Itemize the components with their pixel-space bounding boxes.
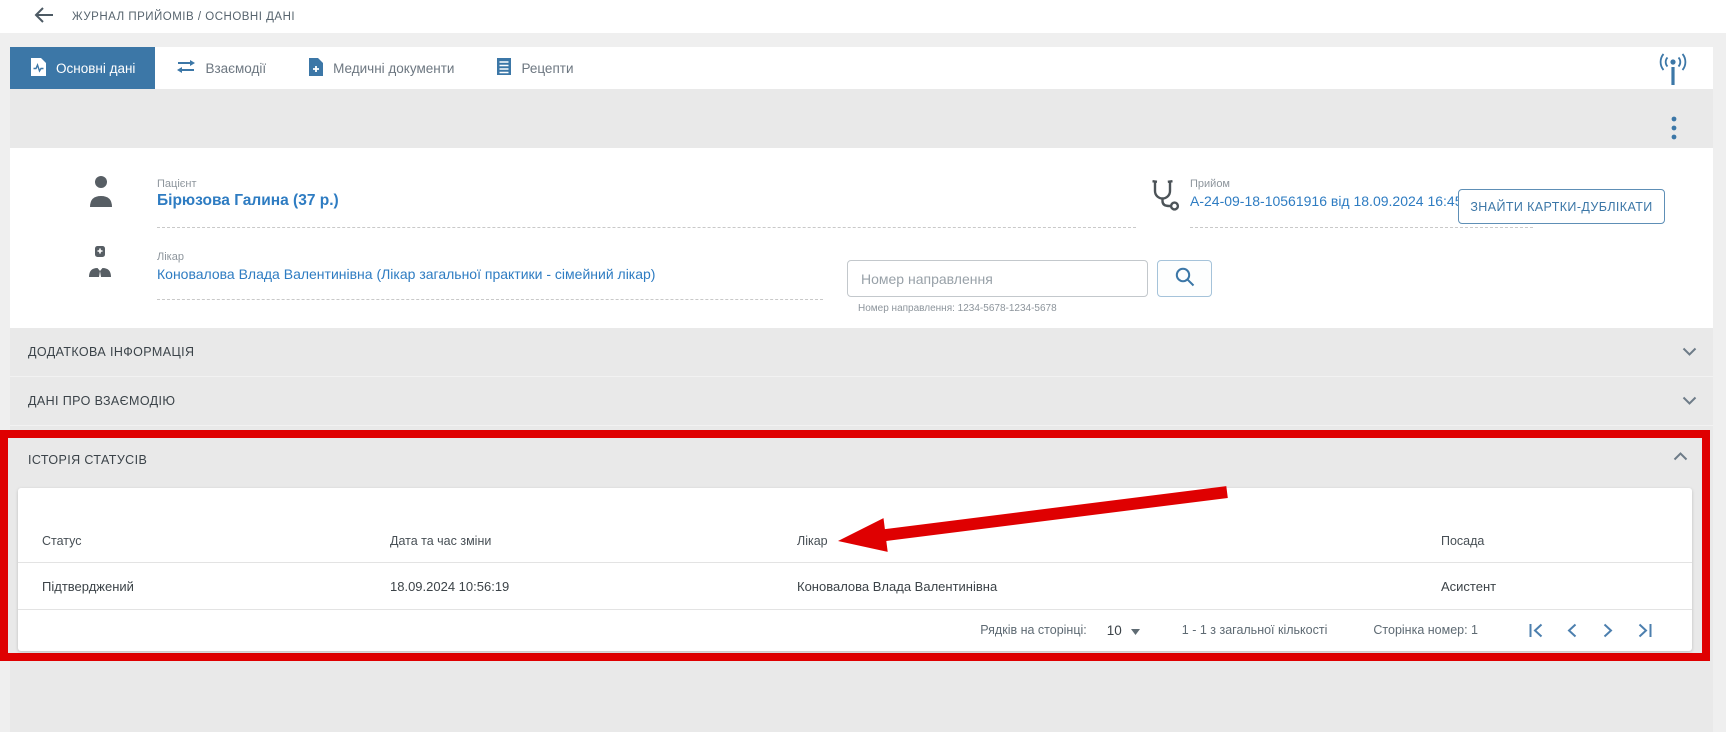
appointment-label: Прийом: [1190, 178, 1230, 190]
first-page-icon: [1528, 623, 1545, 638]
status-history-table: Статус Дата та час зміни Лікар Посада Пі…: [18, 488, 1692, 651]
dashed-divider: [157, 227, 1136, 228]
breadcrumb[interactable]: ЖУРНАЛ ПРИЙОМІВ / ОСНОВНІ ДАНІ: [72, 11, 295, 23]
first-page-button[interactable]: [1524, 619, 1548, 641]
tab-recipes[interactable]: Рецепти: [475, 47, 594, 89]
cell-status: Підтверджений: [42, 579, 390, 594]
column-header-doctor: Лікар: [797, 534, 1441, 548]
tab-label: Взаємодії: [205, 61, 266, 76]
chevron-right-icon: [1602, 623, 1614, 638]
rows-per-page-value: 10: [1107, 623, 1122, 638]
top-bar: ЖУРНАЛ ПРИЙОМІВ / ОСНОВНІ ДАНІ: [0, 0, 1726, 33]
cell-datetime: 18.09.2024 10:56:19: [390, 579, 797, 594]
referral-number-input[interactable]: [847, 260, 1148, 297]
previous-page-button[interactable]: [1560, 619, 1584, 641]
referral-hint: Номер направлення: 1234-5678-1234-5678: [858, 303, 1057, 314]
section-title: ДАНІ ПРО ВЗАЄМОДІЮ: [28, 394, 175, 408]
section-additional-info[interactable]: ДОДАТКОВА ІНФОРМАЦІЯ: [10, 328, 1713, 377]
search-icon: [1174, 266, 1196, 291]
broadcast-antenna-icon[interactable]: [1653, 49, 1693, 89]
section-title: ДОДАТКОВА ІНФОРМАЦІЯ: [28, 345, 194, 359]
pagination-range: 1 - 1 з загальної кількості: [1182, 623, 1328, 637]
stethoscope-icon: [1148, 178, 1180, 216]
patient-name-link[interactable]: Бірюзова Галина (37 р.): [157, 192, 339, 210]
cell-position: Асистент: [1441, 579, 1668, 594]
dashed-divider: [157, 299, 823, 300]
tab-interactions[interactable]: Взаємодії: [155, 47, 287, 89]
column-header-position: Посада: [1441, 534, 1668, 548]
find-duplicates-button[interactable]: ЗНАЙТИ КАРТКИ-ДУБЛІКАТИ: [1458, 189, 1665, 224]
column-header-status: Статус: [42, 534, 390, 548]
swap-arrows-icon: [176, 59, 196, 77]
doctor-label: Лікар: [157, 251, 184, 263]
table-pagination: Рядків на сторінці: 10 1 - 1 з загальної…: [18, 610, 1692, 650]
kebab-menu-button[interactable]: [1663, 110, 1685, 150]
doctor-icon: [88, 246, 112, 283]
tab-label: Медичні документи: [333, 61, 454, 76]
file-plus-icon: [308, 57, 324, 80]
tab-bar: Основні дані Взаємодії Медичні документи…: [10, 47, 1713, 89]
annotation-red-box: ІСТОРІЯ СТАТУСІВ Статус Дата та час змін…: [0, 430, 1710, 661]
section-status-history[interactable]: ІСТОРІЯ СТАТУСІВ: [8, 438, 1702, 482]
tab-medical-documents[interactable]: Медичні документи: [287, 47, 475, 89]
table-row[interactable]: Підтверджений 18.09.2024 10:56:19 Конова…: [18, 563, 1692, 610]
tab-label: Рецепти: [521, 61, 573, 76]
section-title: ІСТОРІЯ СТАТУСІВ: [28, 453, 147, 467]
chevron-up-icon: [1673, 448, 1688, 466]
chevron-down-icon: [1682, 343, 1697, 361]
arrow-left-icon: [34, 7, 54, 26]
last-page-icon: [1636, 623, 1653, 638]
pagination-page-number: Сторінка номер: 1: [1373, 623, 1478, 637]
last-page-button[interactable]: [1632, 619, 1656, 641]
caret-down-icon: [1131, 623, 1140, 638]
cell-doctor: Коновалова Влада Валентинівна: [797, 579, 1441, 594]
patient-label: Пацієнт: [157, 178, 197, 190]
dashed-divider: [1190, 227, 1533, 228]
tab-label: Основні дані: [56, 61, 135, 76]
tab-main-data[interactable]: Основні дані: [10, 47, 155, 89]
table-header-row: Статус Дата та час зміни Лікар Посада: [18, 488, 1692, 563]
chevron-left-icon: [1566, 623, 1578, 638]
rows-per-page-label: Рядків на сторінці:: [980, 623, 1087, 637]
receipt-lines-icon: [496, 57, 512, 79]
next-page-button[interactable]: [1596, 619, 1620, 641]
person-icon: [88, 174, 114, 213]
rows-per-page-select[interactable]: 10: [1101, 622, 1146, 639]
search-button[interactable]: [1157, 260, 1212, 297]
kebab-dots-icon: [1670, 115, 1678, 143]
patient-card: Пацієнт Бірюзова Галина (37 р.) Прийом А…: [10, 148, 1713, 328]
appointment-number-link[interactable]: А-24-09-18-10561916 від 18.09.2024 16:45: [1190, 193, 1462, 209]
document-pulse-icon: [30, 57, 47, 80]
column-header-datetime: Дата та час зміни: [390, 534, 797, 548]
back-button[interactable]: [34, 8, 56, 26]
section-interaction-data[interactable]: ДАНІ ПРО ВЗАЄМОДІЮ: [10, 377, 1713, 426]
chevron-down-icon: [1682, 392, 1697, 410]
doctor-name-link[interactable]: Коновалова Влада Валентинівна (Лікар заг…: [157, 266, 655, 282]
